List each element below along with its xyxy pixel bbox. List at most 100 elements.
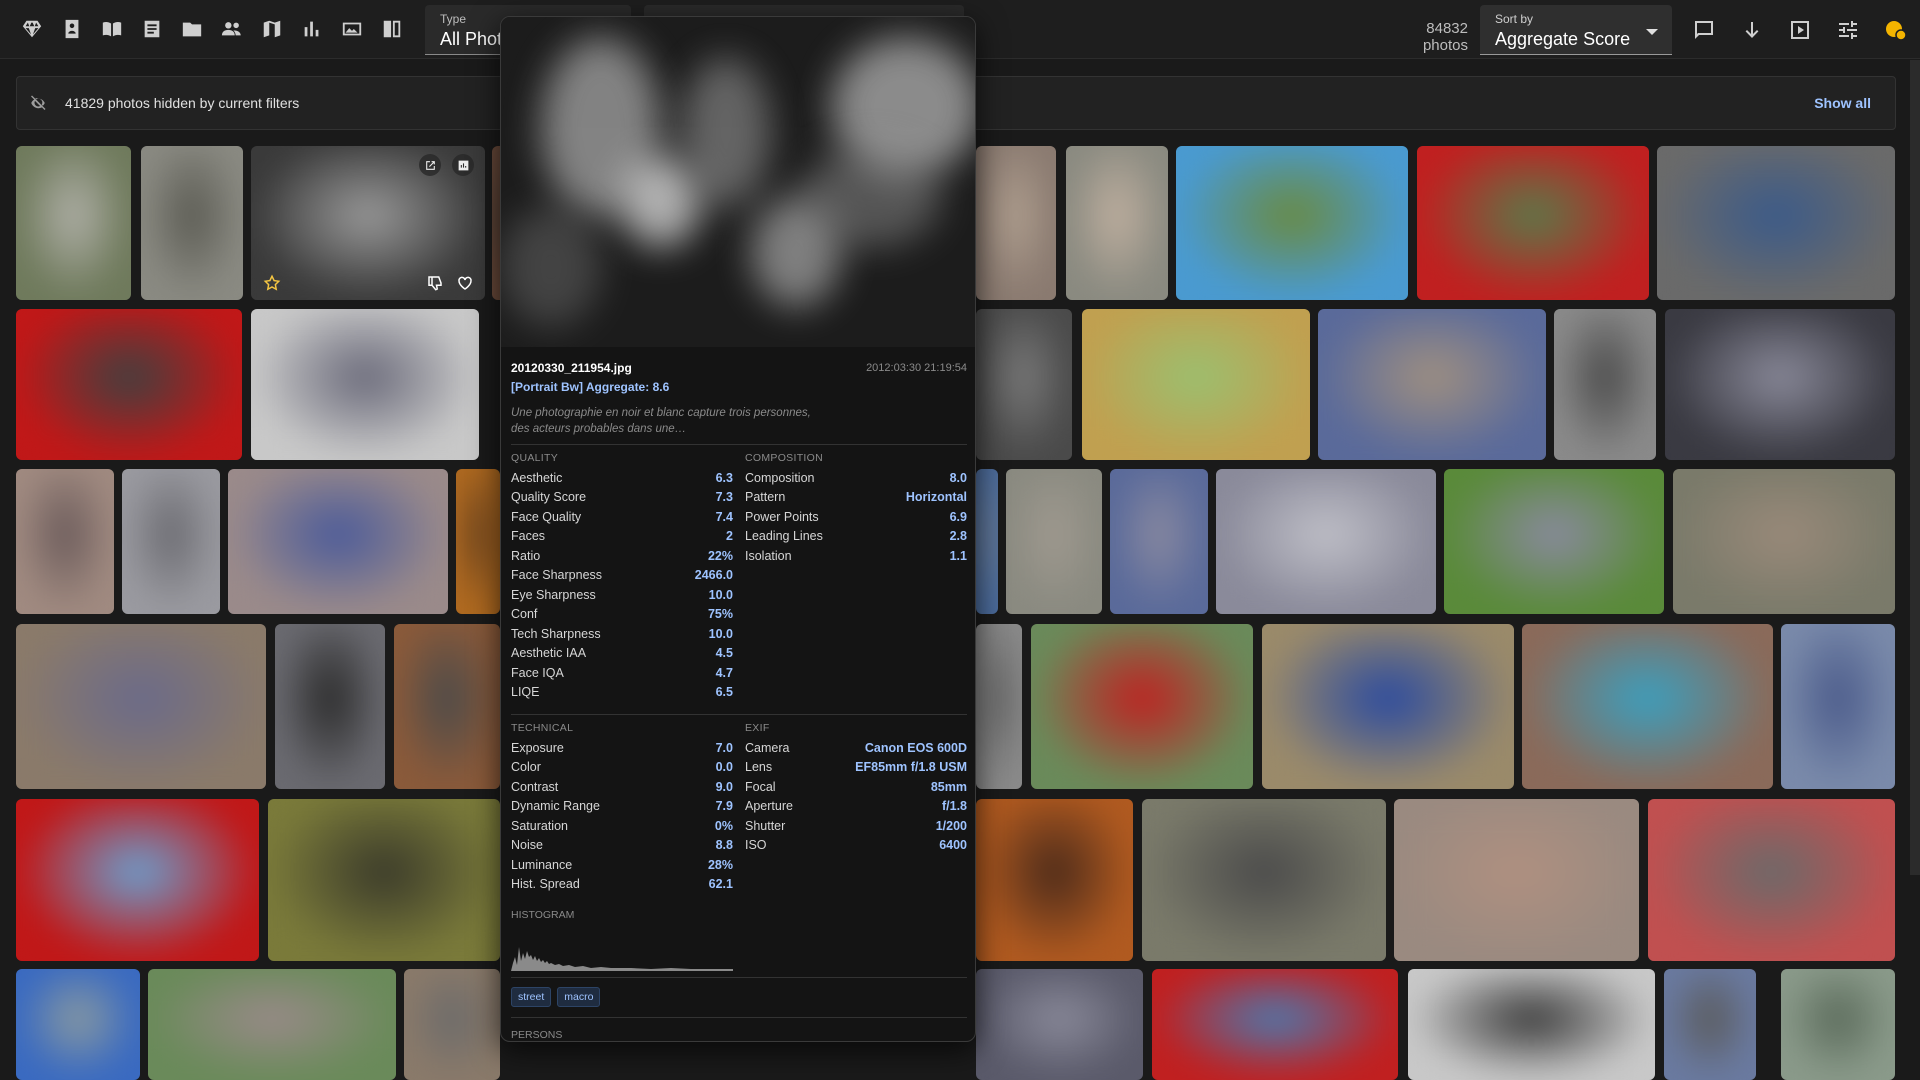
heart-icon[interactable] — [456, 274, 474, 292]
stat-value: 4.7 — [715, 665, 733, 680]
photo-thumbnail[interactable] — [976, 469, 998, 614]
photo-thumbnail[interactable] — [251, 146, 485, 300]
persons-heading: PERSONS — [511, 1029, 563, 1041]
eye-off-icon — [29, 91, 53, 115]
photo-thumbnail[interactable] — [1394, 799, 1639, 961]
photo-thumbnail[interactable] — [1648, 799, 1895, 961]
scrollbar[interactable] — [1910, 60, 1920, 875]
photo-thumbnail[interactable] — [1673, 469, 1895, 614]
sort-direction-icon[interactable] — [1728, 10, 1776, 50]
photo-thumbnail[interactable] — [16, 624, 266, 789]
photo-detail-popup: 20120330_211954.jpg 2012:03:30 21:19:54 … — [500, 16, 976, 1042]
photo-thumbnail[interactable] — [16, 146, 131, 300]
sort-label: Sort by — [1495, 12, 1534, 26]
photo-thumbnail[interactable] — [1554, 309, 1656, 460]
stat-label: Face Sharpness — [511, 568, 603, 583]
photo-thumbnail[interactable] — [1665, 309, 1895, 460]
chevron-down-icon — [1646, 29, 1658, 35]
gem-icon[interactable] — [12, 9, 52, 49]
tune-icon[interactable] — [1824, 10, 1872, 50]
capture-date: 2012:03:30 21:19:54 — [866, 362, 967, 374]
photo-thumbnail[interactable] — [1110, 469, 1208, 614]
photo-thumbnail[interactable] — [122, 469, 220, 614]
photo-thumbnail[interactable] — [976, 309, 1072, 460]
photo-thumbnail[interactable] — [1082, 309, 1310, 460]
photo-thumbnail[interactable] — [16, 969, 140, 1080]
gallery-icon[interactable] — [332, 9, 372, 49]
photo-thumbnail[interactable] — [148, 969, 396, 1080]
stat-label: ISO — [745, 838, 767, 853]
photo-thumbnail[interactable] — [976, 624, 1022, 789]
stat-value: 10.0 — [708, 587, 733, 602]
coins-icon[interactable] — [1872, 10, 1920, 50]
quality-heading: QUALITY — [511, 452, 559, 464]
photo-thumbnail[interactable] — [976, 969, 1143, 1080]
exif-row: ISO 6400 — [745, 836, 967, 856]
photo-thumbnail[interactable] — [1176, 146, 1408, 300]
photo-thumbnail[interactable] — [16, 469, 114, 614]
photo-thumbnail[interactable] — [976, 146, 1056, 300]
photo-thumbnail[interactable] — [1142, 799, 1386, 961]
portrait-icon[interactable] — [52, 9, 92, 49]
photo-thumbnail[interactable] — [1408, 969, 1655, 1080]
notes-icon[interactable] — [132, 9, 172, 49]
divider — [511, 444, 967, 445]
slideshow-icon[interactable] — [1776, 10, 1824, 50]
quality-row: Aesthetic 6.3 — [511, 468, 733, 488]
stat-label: Conf — [511, 607, 538, 622]
tag-chip[interactable]: macro — [557, 987, 601, 1007]
photo-thumbnail[interactable] — [275, 624, 385, 789]
photo-thumbnail[interactable] — [1444, 469, 1664, 614]
photo-thumbnail[interactable] — [1522, 624, 1773, 789]
sort-value: Aggregate Score — [1495, 29, 1631, 49]
photo-thumbnail[interactable] — [16, 309, 242, 460]
tag-chip[interactable]: street — [511, 987, 552, 1007]
photo-thumbnail[interactable] — [1262, 624, 1514, 789]
thumbs-down-icon[interactable] — [426, 274, 444, 292]
stat-label: Aperture — [745, 799, 793, 814]
photo-thumbnail[interactable] — [141, 146, 243, 300]
quality-row: Faces 2 — [511, 527, 733, 547]
photo-thumbnail[interactable] — [1781, 624, 1895, 789]
photo-thumbnail[interactable] — [1216, 469, 1436, 614]
comment-icon[interactable] — [1680, 10, 1728, 50]
map-icon[interactable] — [252, 9, 292, 49]
stat-label: Camera — [745, 740, 790, 755]
photo-thumbnail[interactable] — [456, 469, 500, 614]
photo-thumbnail[interactable] — [228, 469, 448, 614]
photo-thumbnail[interactable] — [1152, 969, 1398, 1080]
stat-label: Power Points — [745, 509, 819, 524]
photo-thumbnail[interactable] — [251, 309, 479, 460]
banner-text: 41829 photos hidden by current filters — [65, 95, 300, 111]
quality-row: Aesthetic IAA 4.5 — [511, 644, 733, 664]
photo-thumbnail[interactable] — [976, 799, 1133, 961]
stat-label: Tech Sharpness — [511, 626, 601, 641]
photo-thumbnail[interactable] — [404, 969, 500, 1080]
photo-thumbnail[interactable] — [1664, 969, 1756, 1080]
book-icon[interactable] — [92, 9, 132, 49]
sort-select[interactable]: Sort by Aggregate Score — [1480, 5, 1672, 55]
photo-thumbnail[interactable] — [394, 624, 500, 789]
show-all-button[interactable]: Show all — [1814, 95, 1871, 111]
photo-thumbnail[interactable] — [16, 799, 259, 961]
folder-icon[interactable] — [172, 9, 212, 49]
photo-thumbnail[interactable] — [1031, 624, 1253, 789]
photo-thumbnail[interactable] — [1006, 469, 1102, 614]
photo-thumbnail[interactable] — [1781, 969, 1895, 1080]
compare-icon[interactable] — [372, 9, 412, 49]
stat-value: 28% — [707, 857, 733, 872]
photo-thumbnail[interactable] — [268, 799, 500, 961]
stats-icon[interactable] — [292, 9, 332, 49]
category-aggregate: [Portrait Bw] Aggregate: 8.6 — [511, 380, 670, 394]
photo-thumbnail[interactable] — [1657, 146, 1895, 300]
people-icon[interactable] — [212, 9, 252, 49]
quality-row: Conf 75% — [511, 605, 733, 625]
technical-row: Exposure 7.0 — [511, 738, 733, 758]
photo-thumbnail[interactable] — [1066, 146, 1168, 300]
open-external-icon[interactable] — [419, 154, 441, 176]
chart-icon[interactable] — [452, 154, 474, 176]
star-icon[interactable] — [263, 274, 281, 292]
photo-thumbnail[interactable] — [1318, 309, 1546, 460]
stat-label: Saturation — [511, 818, 568, 833]
photo-thumbnail[interactable] — [1417, 146, 1649, 300]
